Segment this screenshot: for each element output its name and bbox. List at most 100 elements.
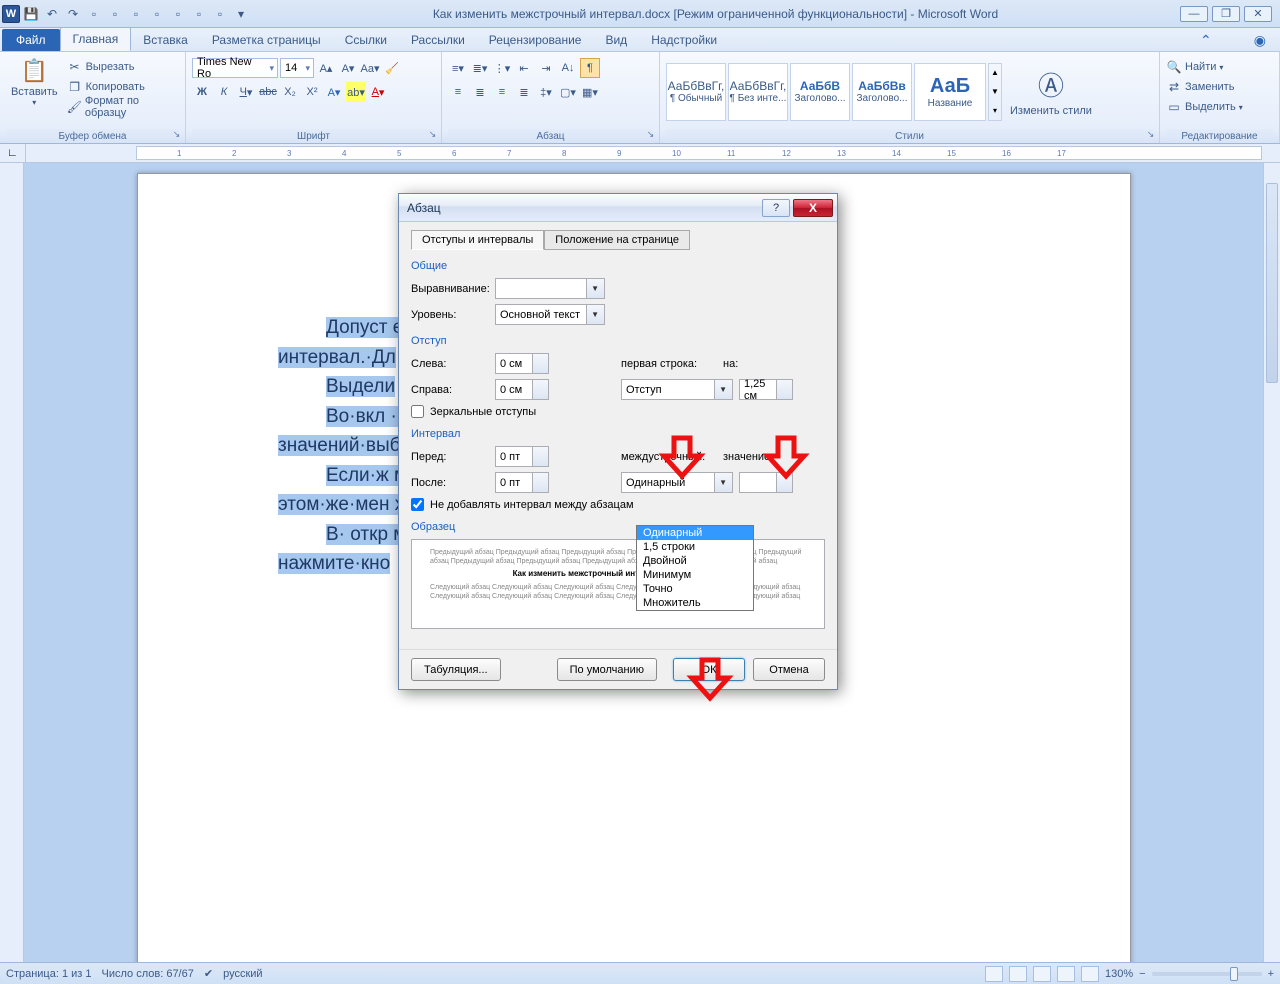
scroll-thumb[interactable] [1266, 183, 1278, 383]
doc-text[interactable]: интервал.·Дл [278, 347, 396, 368]
zoom-thumb[interactable] [1230, 967, 1238, 981]
style-heading2[interactable]: АаБбВвЗаголово... [852, 63, 912, 121]
italic-icon[interactable]: К [214, 82, 234, 102]
change-case-icon[interactable]: Aa▾ [360, 58, 380, 78]
firstline-combo[interactable]: Отступ▼ [621, 379, 733, 400]
sort-icon[interactable]: A↓ [558, 58, 578, 78]
space-after-spinner[interactable]: 0 пт [495, 472, 549, 493]
view-read-icon[interactable] [1009, 966, 1027, 982]
bullets-icon[interactable]: ≡▾ [448, 58, 468, 78]
status-words[interactable]: Число слов: 67/67 [102, 968, 194, 980]
text-effects-icon[interactable]: A▾ [324, 82, 344, 102]
dialog-tab-position[interactable]: Положение на странице [544, 230, 690, 250]
qat-btn[interactable]: ▫ [189, 4, 209, 24]
tab-references[interactable]: Ссылки [333, 29, 399, 51]
styles-more-icon[interactable]: ▾ [993, 106, 997, 115]
undo-icon[interactable]: ↶ [42, 4, 62, 24]
doc-text[interactable]: Выдели [326, 376, 395, 397]
zoom-level[interactable]: 130% [1105, 968, 1133, 980]
qat-btn[interactable]: ▫ [84, 4, 104, 24]
format-painter-button[interactable]: 🖌Формат по образцу [67, 98, 179, 116]
outline-level-combo[interactable]: Основной текст▼ [495, 304, 605, 325]
dialog-titlebar[interactable]: Абзац ? X [399, 194, 837, 222]
paste-button[interactable]: 📋 Вставить ▾ [6, 54, 63, 111]
align-right-icon[interactable]: ≡ [492, 82, 512, 102]
replace-button[interactable]: ⇄Заменить [1166, 78, 1234, 96]
qat-btn[interactable]: ▫ [126, 4, 146, 24]
close-button[interactable]: ✕ [1244, 6, 1272, 22]
grow-font-icon[interactable]: A▴ [316, 58, 336, 78]
change-styles-button[interactable]: Ⓐ Изменить стили [1004, 62, 1098, 121]
highlight-icon[interactable]: ab▾ [346, 82, 366, 102]
dialog-tab-indents[interactable]: Отступы и интервалы [411, 230, 544, 250]
ribbon-minimize-icon[interactable]: ⌃ [1194, 30, 1218, 51]
qat-btn[interactable]: ▫ [210, 4, 230, 24]
font-size-combo[interactable]: 14 [280, 58, 314, 78]
dec-indent-icon[interactable]: ⇤ [514, 58, 534, 78]
indent-left-spinner[interactable]: 0 см [495, 353, 549, 374]
status-page[interactable]: Страница: 1 из 1 [6, 968, 92, 980]
zoom-out-icon[interactable]: − [1139, 968, 1145, 980]
copy-button[interactable]: ❐Копировать [67, 78, 179, 96]
tab-home[interactable]: Главная [60, 27, 132, 51]
firstline-by-spinner[interactable]: 1,25 см [739, 379, 793, 400]
bold-icon[interactable]: Ж [192, 82, 212, 102]
clear-format-icon[interactable]: 🧹 [382, 58, 402, 78]
doc-text[interactable]: нажмите·кно [278, 553, 390, 574]
cut-button[interactable]: ✂Вырезать [67, 58, 179, 76]
indent-right-spinner[interactable]: 0 см [495, 379, 549, 400]
tab-review[interactable]: Рецензирование [477, 29, 594, 51]
multilevel-icon[interactable]: ⋮▾ [492, 58, 512, 78]
tab-addins[interactable]: Надстройки [639, 29, 729, 51]
shading-icon[interactable]: ▢▾ [558, 82, 578, 102]
paragraph-marks-icon[interactable]: ¶ [580, 58, 600, 78]
save-icon[interactable]: 💾 [21, 4, 41, 24]
status-language[interactable]: русский [223, 968, 262, 980]
line-spacing-icon[interactable]: ‡▾ [536, 82, 556, 102]
superscript-icon[interactable]: X² [302, 82, 322, 102]
tabs-button[interactable]: Табуляция... [411, 658, 501, 681]
alignment-combo[interactable]: ▼ [495, 278, 605, 299]
space-before-spinner[interactable]: 0 пт [495, 446, 549, 467]
spellcheck-icon[interactable]: ✔ [204, 967, 213, 980]
select-button[interactable]: ▭Выделить▾ [1166, 98, 1243, 116]
maximize-button[interactable]: ❐ [1212, 6, 1240, 22]
tab-insert[interactable]: Вставка [131, 29, 200, 51]
subscript-icon[interactable]: X₂ [280, 82, 300, 102]
tab-selector[interactable]: ∟ [0, 144, 26, 162]
view-print-icon[interactable] [985, 966, 1003, 982]
dialog-close-button[interactable]: X [793, 199, 833, 217]
dialog-launcher-icon[interactable]: ↘ [644, 128, 657, 141]
vertical-scrollbar[interactable] [1263, 163, 1280, 962]
shrink-font-icon[interactable]: A▾ [338, 58, 358, 78]
dialog-launcher-icon[interactable]: ↘ [1144, 128, 1157, 141]
dropdown-option[interactable]: Минимум [637, 568, 753, 582]
align-left-icon[interactable]: ≡ [448, 82, 468, 102]
dialog-help-button[interactable]: ? [762, 199, 790, 217]
font-family-combo[interactable]: Times New Ro [192, 58, 278, 78]
dialog-launcher-icon[interactable]: ↘ [170, 128, 183, 141]
help-icon[interactable]: ◉ [1248, 30, 1272, 51]
zoom-slider[interactable] [1152, 972, 1262, 976]
tab-view[interactable]: Вид [593, 29, 639, 51]
mirror-indents-checkbox[interactable] [411, 405, 424, 418]
dropdown-option[interactable]: Множитель [637, 596, 753, 610]
vertical-ruler[interactable] [0, 163, 24, 962]
no-space-same-checkbox[interactable] [411, 498, 424, 511]
qat-btn[interactable]: ▫ [168, 4, 188, 24]
zoom-in-icon[interactable]: + [1268, 968, 1274, 980]
qat-btn[interactable]: ▫ [147, 4, 167, 24]
borders-icon[interactable]: ▦▾ [580, 82, 600, 102]
dropdown-option[interactable]: Двойной [637, 554, 753, 568]
strike-icon[interactable]: abc [258, 82, 278, 102]
view-web-icon[interactable] [1033, 966, 1051, 982]
minimize-button[interactable]: — [1180, 6, 1208, 22]
find-button[interactable]: 🔍Найти▾ [1166, 58, 1223, 76]
styles-down-icon[interactable]: ▼ [991, 87, 999, 96]
numbering-icon[interactable]: ≣▾ [470, 58, 490, 78]
view-outline-icon[interactable] [1057, 966, 1075, 982]
style-title[interactable]: АаБНазвание [914, 63, 986, 121]
cancel-button[interactable]: Отмена [753, 658, 825, 681]
horizontal-ruler[interactable]: 1234567891011121314151617 [136, 146, 1262, 160]
tab-mailings[interactable]: Рассылки [399, 29, 477, 51]
